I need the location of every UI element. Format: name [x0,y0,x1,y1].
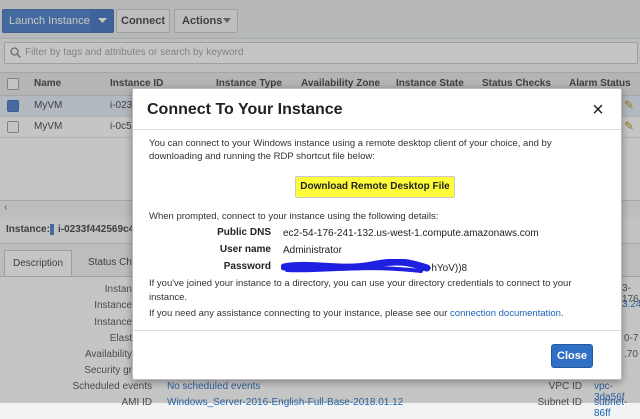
password-label: Password [223,261,271,272]
connect-dialog: Connect To Your Instance × You can conne… [132,88,622,380]
when-prompted-text: When prompted, connect to your instance … [149,211,439,222]
dialog-title: Connect To Your Instance [147,101,343,118]
close-label: Close [557,350,587,362]
divider [133,330,621,331]
intro-text-line1: You can connect to your Windows instance… [149,138,552,149]
assistance-prefix: If you need any assistance connecting to… [149,308,448,319]
directory-text-line2: instance. [149,292,188,303]
assistance-text: If you need any assistance connecting to… [149,307,564,320]
user-name-label: User name [219,244,271,255]
password-redaction-scribble [281,259,431,273]
intro-text-line2: downloading and running the RDP shortcut… [149,151,375,162]
public-dns-label: Public DNS [217,227,271,238]
download-rdp-button[interactable]: Download Remote Desktop File [295,176,455,198]
assistance-suffix: . [560,308,564,319]
public-dns-value: ec2-54-176-241-132.us-west-1.compute.ama… [283,228,539,239]
directory-text-line1: If you've joined your instance to a dire… [149,278,572,289]
close-button[interactable]: Close [551,344,593,368]
connection-documentation-link[interactable]: connection documentation [450,308,561,319]
close-icon[interactable]: × [587,99,609,122]
download-rdp-label: Download Remote Desktop File [300,181,450,192]
divider [133,129,621,130]
user-name-value: Administrator [283,245,342,256]
